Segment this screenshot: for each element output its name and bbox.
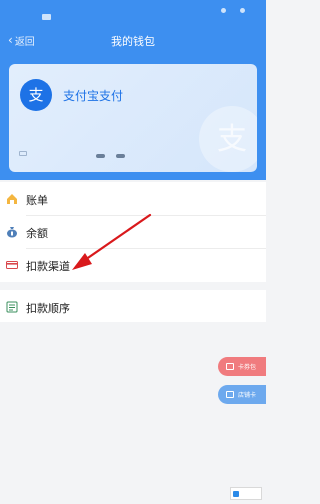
status-dot-icon: [221, 8, 226, 13]
money-bag-icon: [7, 227, 17, 238]
menu-item-label: 账单: [26, 194, 48, 207]
menu-item-balance[interactable]: 余额: [0, 215, 266, 248]
card-icon: [6, 261, 18, 269]
menu-item-label: 余额: [26, 227, 48, 240]
svg-text:支: 支: [217, 122, 247, 157]
store-card-button[interactable]: 店铺卡: [218, 385, 266, 404]
card-name: 支付宝支付: [63, 89, 124, 103]
coupon-button[interactable]: 卡券包: [218, 357, 266, 376]
svg-text:支: 支: [28, 86, 43, 104]
card-dot-icon: [116, 154, 125, 158]
card-tag-icon: [19, 151, 27, 156]
fab-label: 店铺卡: [238, 392, 257, 399]
list-icon: [6, 301, 18, 313]
page-title: 我的钱包: [111, 35, 155, 48]
menu-item-label: 扣款渠道: [26, 260, 70, 273]
menu-item-payment-channel[interactable]: 扣款渠道: [0, 248, 266, 281]
status-indicator-icon: [42, 14, 51, 20]
site-logo: [230, 487, 262, 500]
bill-icon: [7, 194, 17, 204]
alipay-logo-icon: 支: [20, 79, 52, 111]
status-dot-icon: [240, 8, 245, 13]
fab-label: 卡券包: [238, 364, 257, 371]
menu-item-label: 扣款顺序: [26, 302, 70, 315]
nav-bar: ‹ 返回 我的钱包: [0, 28, 266, 52]
logo-mark-icon: [233, 490, 239, 497]
status-bar: [0, 0, 266, 22]
order-menu: 扣款顺序: [0, 290, 266, 322]
store-card-icon: [226, 391, 234, 398]
card-dot-icon: [96, 154, 105, 158]
menu-item-payment-order[interactable]: 扣款顺序: [0, 290, 266, 322]
ticket-icon: [226, 363, 234, 370]
wallet-menu: 账单 余额 扣款渠道: [0, 182, 266, 282]
alipay-watermark-icon: 支: [199, 106, 257, 172]
header: ‹ 返回 我的钱包 支 支付宝支付 支: [0, 0, 266, 180]
alipay-card[interactable]: 支 支付宝支付 支: [9, 64, 257, 172]
menu-item-bill[interactable]: 账单: [0, 182, 266, 215]
